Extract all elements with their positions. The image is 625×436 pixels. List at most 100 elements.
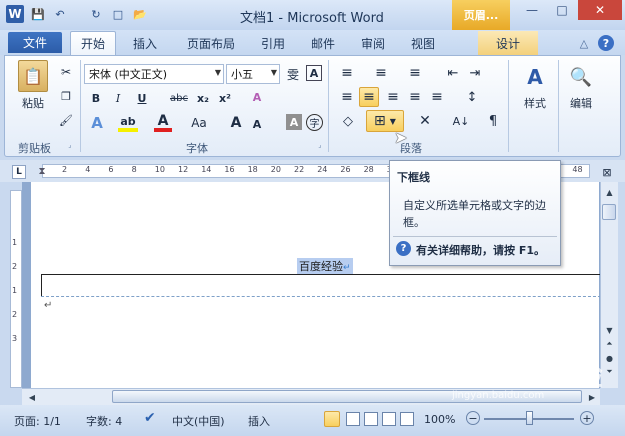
open-icon[interactable]: 📂 [132,6,148,22]
shrink-font-icon[interactable]: A [250,116,264,132]
language[interactable]: 中文(中国) [172,413,225,429]
vruler-number: 2 [12,262,18,271]
find-icon[interactable]: 🔍 [566,62,596,92]
clipboard-launcher-icon[interactable]: ⌟ [66,141,74,149]
center-icon[interactable]: ≡ [359,87,379,107]
align-left-icon[interactable]: ≡ [338,88,356,106]
word-count[interactable]: 字数: 4 [86,413,122,429]
save-icon[interactable]: 💾 [30,6,46,22]
zoom-out-button[interactable]: − [466,411,480,425]
superscript-button[interactable]: x² [216,90,234,106]
indent-marker-icon[interactable]: ⧗ [36,162,48,180]
vertical-ruler-numbers: 1 2 1 2 3 [10,190,22,388]
web-layout-view-icon[interactable] [364,412,378,426]
tab-design[interactable]: 设计 [478,31,538,55]
redo-icon[interactable]: ↻ [88,6,104,22]
tooltip-help-text: 有关详细帮助，请按 F1。 [416,244,545,257]
font-name-combo[interactable]: 宋体 (中文正文) ▼ [84,64,224,84]
chinese-layout-icon[interactable]: ✕ [414,112,436,130]
enclose-characters-icon[interactable]: 字 [306,114,323,131]
multilevel-list-icon[interactable]: ≡ [404,64,426,82]
character-border-icon[interactable]: A [306,65,322,81]
draft-view-icon[interactable] [400,412,414,426]
new-doc-icon[interactable]: □ [110,6,126,22]
paste-icon[interactable]: 📋 [18,60,48,92]
phonetic-guide-icon[interactable]: 雯 [284,65,302,83]
scroll-left-icon[interactable]: ◀ [26,391,38,403]
zoom-slider-thumb[interactable] [526,411,533,425]
print-layout-view-icon[interactable] [324,411,340,427]
highlight-color-icon[interactable]: ab [118,114,138,132]
close-button[interactable]: ✕ [578,0,622,20]
tab-insert[interactable]: 插入 [124,31,166,55]
word-logo-icon[interactable]: W [6,5,24,23]
bold-button[interactable]: B [88,90,104,106]
italic-button[interactable]: I [110,90,126,106]
sort-icon[interactable]: A↓ [450,112,472,130]
align-right-icon[interactable]: ≡ [384,88,402,106]
styles-button[interactable]: 样式 [518,96,552,110]
editing-button[interactable]: 编辑 [564,96,598,110]
restore-button[interactable]: □ [548,0,576,20]
strikethrough-button[interactable]: abc [168,90,190,106]
vruler-number: 1 [12,238,18,247]
grow-font-icon[interactable]: A [228,114,244,132]
watermark: Baidu 经验 [440,359,604,392]
prev-page-icon[interactable]: ⏶ [603,338,616,350]
view-ruler-icon[interactable]: ⊠ [598,164,616,180]
outline-view-icon[interactable] [382,412,396,426]
proofing-icon[interactable]: ✔ [144,410,156,426]
tab-references[interactable]: 引用 [254,31,292,55]
minimize-button[interactable]: — [518,0,546,20]
mouse-cursor-icon: ➤ [394,128,408,147]
tab-home[interactable]: 开始 [70,31,116,55]
clear-formatting-icon[interactable]: A [248,88,266,106]
zoom-level[interactable]: 100% [424,413,455,426]
scroll-thumb[interactable] [602,204,616,220]
styles-icon[interactable]: A [518,62,552,92]
tab-page-layout[interactable]: 页面布局 [178,31,244,55]
font-launcher-icon[interactable]: ⌟ [316,141,324,149]
character-shading-icon[interactable]: A [286,114,302,130]
group-divider [80,60,81,152]
scroll-down-icon[interactable]: ▼ [603,324,616,336]
tab-selector-icon[interactable]: L [12,165,26,179]
insert-mode[interactable]: 插入 [248,413,270,429]
subscript-button[interactable]: x₂ [194,90,212,106]
full-screen-view-icon[interactable] [346,412,360,426]
decrease-indent-icon[interactable]: ⇤ [444,64,462,82]
format-painter-icon[interactable]: 🖌 [58,112,74,128]
copy-icon[interactable]: ❐ [58,88,74,104]
help-icon[interactable]: ? [598,35,614,51]
cut-icon[interactable]: ✂ [58,64,74,80]
tab-mailings[interactable]: 邮件 [304,31,342,55]
ruler-number: 8 [131,165,137,174]
next-page-icon[interactable]: ⏷ [603,366,616,378]
justify-icon[interactable]: ≡ [406,88,424,106]
bullets-icon[interactable]: ≡ [336,64,358,82]
ruler-number: 2 [62,165,68,174]
line-spacing-icon[interactable]: ↕ [462,88,482,106]
text-effects-icon[interactable]: A [88,114,106,132]
paragraph-mark: ↵ [44,300,53,311]
show-marks-icon[interactable]: ¶ [484,112,502,130]
tab-review[interactable]: 审阅 [354,31,392,55]
tab-file[interactable]: 文件 [8,32,62,53]
scroll-up-icon[interactable]: ▲ [603,186,616,198]
browse-object-icon[interactable]: ● [603,352,616,364]
shading-icon[interactable]: ◇ [338,112,358,130]
underline-button[interactable]: U [134,90,150,106]
numbering-icon[interactable]: ≡ [370,64,392,82]
change-case-icon[interactable]: Aa [188,114,210,132]
font-color-icon[interactable]: A [154,113,172,132]
distribute-icon[interactable]: ≡ [428,88,446,106]
page-count[interactable]: 页面: 1/1 [14,413,61,429]
tab-view[interactable]: 视图 [404,31,442,55]
selected-text[interactable]: 百度经验↵ [297,258,353,274]
zoom-in-button[interactable]: + [580,411,594,425]
paste-button[interactable]: 粘贴 [18,96,48,110]
increase-indent-icon[interactable]: ⇥ [466,64,484,82]
minimize-ribbon-icon[interactable]: △ [576,35,592,51]
font-size-combo[interactable]: 小五 ▼ [226,64,280,84]
undo-icon[interactable]: ↶ [52,6,68,22]
